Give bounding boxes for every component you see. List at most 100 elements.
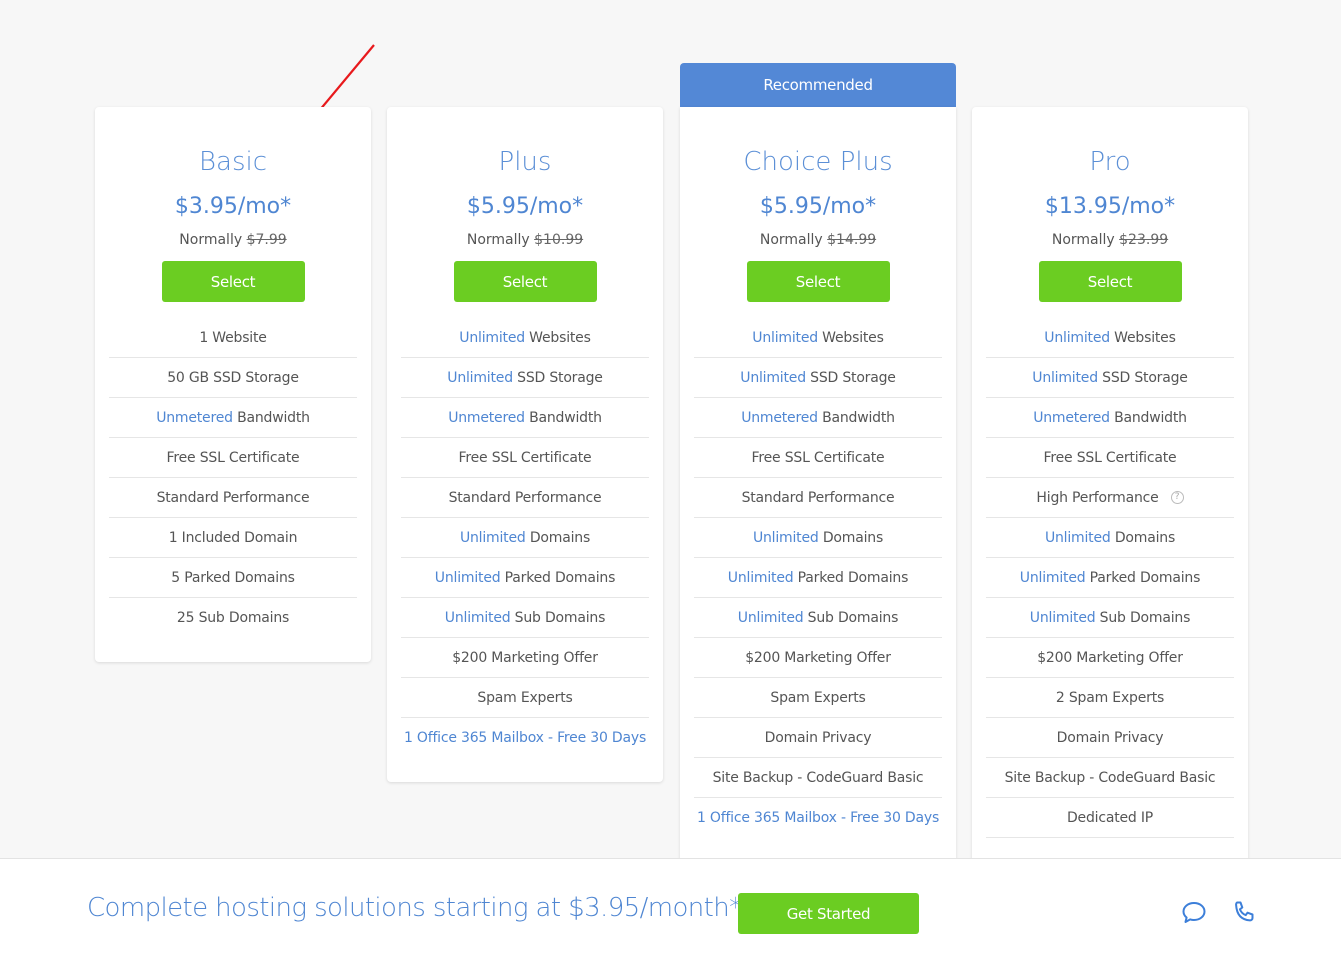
- plan-card-pro: Pro $13.95/mo* Normally $23.99 Select Unlimi…: [972, 107, 1248, 858]
- feature-item: Spam Experts: [401, 678, 649, 718]
- feature-highlight: Unlimited: [434, 570, 501, 586]
- feature-highlight: Unlimited: [459, 330, 525, 346]
- get-started-button[interactable]: Get Started: [738, 893, 919, 934]
- feature-highlight: 1 Office 365 Mailbox - Free 30 Days: [696, 810, 940, 826]
- feature-highlight: Unlimited: [447, 370, 513, 386]
- normally-label: Normally: [1051, 232, 1115, 248]
- feature-item: Unmetered Bandwidth: [401, 398, 649, 438]
- feature-text: Bandwidth: [524, 410, 602, 426]
- feature-item: Unlimited Parked Domains: [986, 558, 1234, 598]
- feature-item: Dedicated IP: [986, 798, 1234, 838]
- feature-item: Unlimited Websites: [401, 318, 649, 358]
- feature-list: 1 Website 50 GB SSD Storage Unmetered Band…: [109, 318, 357, 662]
- feature-item: 5 Parked Domains: [109, 558, 357, 598]
- normal-price: $7.99: [246, 232, 287, 248]
- feature-item: Unlimited SSD Storage: [694, 358, 942, 398]
- feature-text: Standard Performance: [448, 490, 602, 506]
- feature-item: Unlimited Sub Domains: [986, 598, 1234, 638]
- feature-text: High Performance: [1036, 490, 1159, 506]
- select-button[interactable]: Select: [746, 261, 890, 302]
- feature-text: Free SSL Certificate: [458, 450, 592, 466]
- feature-highlight: Unlimited: [740, 370, 806, 386]
- feature-item: Standard Performance: [401, 478, 649, 518]
- phone-icon[interactable]: [1230, 899, 1258, 927]
- plan-card-plus: Plus $5.95/mo* Normally $10.99 Select Unlimi…: [387, 107, 663, 782]
- feature-item: Standard Performance: [109, 478, 357, 518]
- feature-text: Sub Domains: [803, 610, 899, 626]
- feature-item: Free SSL Certificate: [109, 438, 357, 478]
- feature-item: Standard Performance: [694, 478, 942, 518]
- pricing-plans: Recommended Basic $3.95/mo* Normally $7.99…: [0, 0, 1341, 858]
- plan-name: Basic: [198, 147, 268, 177]
- feature-text: Domain Privacy: [764, 730, 872, 746]
- feature-text: Standard Performance: [156, 490, 310, 506]
- plan-card-choice-plus: Choice Plus $5.95/mo* Normally $14.99 Selec…: [680, 107, 956, 858]
- feature-item: $200 Marketing Offer: [694, 638, 942, 678]
- feature-text: Standard Performance: [741, 490, 895, 506]
- feature-highlight: Unlimited: [752, 330, 818, 346]
- select-button[interactable]: Select: [161, 261, 305, 302]
- normal-price: $23.99: [1119, 232, 1169, 248]
- feature-highlight: Unmetered: [156, 410, 233, 426]
- feature-highlight: Unlimited: [727, 570, 794, 586]
- feature-item: Site Backup - CodeGuard Basic: [986, 758, 1234, 798]
- plan-price: $5.95/mo*: [759, 194, 877, 219]
- feature-text: Sub Domains: [1095, 610, 1191, 626]
- normally-label: Normally: [179, 232, 243, 248]
- feature-text: Parked Domains: [500, 570, 616, 586]
- feature-text: SSD Storage: [512, 370, 603, 386]
- feature-text: Websites: [817, 330, 884, 346]
- feature-text: 2 Spam Experts: [1055, 690, 1165, 706]
- feature-item: Unlimited Parked Domains: [401, 558, 649, 598]
- feature-text: Domains: [525, 530, 591, 546]
- normally-label: Normally: [759, 232, 823, 248]
- select-button[interactable]: Select: [1038, 261, 1182, 302]
- plan-name: Pro: [1089, 147, 1131, 177]
- feature-item: 2 Spam Experts: [986, 678, 1234, 718]
- feature-item: Unlimited SSD Storage: [401, 358, 649, 398]
- feature-highlight: Unmetered: [448, 410, 525, 426]
- feature-item: $200 Marketing Offer: [401, 638, 649, 678]
- feature-text: Websites: [1109, 330, 1176, 346]
- feature-highlight: Unlimited: [444, 610, 511, 626]
- feature-text: Spam Experts: [477, 690, 573, 706]
- feature-item: $200 Marketing Offer: [986, 638, 1234, 678]
- feature-text: 1 Website: [199, 330, 267, 346]
- plan-name: Choice Plus: [743, 147, 893, 177]
- feature-text: Domain Privacy: [1056, 730, 1164, 746]
- feature-item: Spam Experts: [694, 678, 942, 718]
- plan-name: Plus: [498, 147, 552, 177]
- feature-list: Unlimited Websites Unlimited SSD Storage U…: [401, 318, 649, 782]
- feature-list: Unlimited Websites Unlimited SSD Storage U…: [986, 318, 1234, 858]
- plan-price: $13.95/mo*: [1044, 194, 1176, 219]
- feature-item: [986, 838, 1234, 858]
- feature-item: High Performance?: [986, 478, 1234, 518]
- feature-item: Domain Privacy: [986, 718, 1234, 758]
- normal-price: $10.99: [534, 232, 584, 248]
- feature-item: Unlimited Domains: [694, 518, 942, 558]
- feature-item: Unmetered Bandwidth: [986, 398, 1234, 438]
- select-button[interactable]: Select: [453, 261, 597, 302]
- feature-highlight: Unmetered: [1033, 410, 1110, 426]
- chat-icon[interactable]: [1180, 899, 1208, 927]
- feature-item: 1 Office 365 Mailbox - Free 30 Days: [694, 798, 942, 838]
- feature-item: Unlimited Sub Domains: [694, 598, 942, 638]
- feature-text: SSD Storage: [1097, 370, 1188, 386]
- feature-item: Unlimited Sub Domains: [401, 598, 649, 638]
- normal-price-line: Normally $14.99: [680, 230, 956, 250]
- feature-text: Sub Domains: [510, 610, 606, 626]
- feature-item: Unmetered Bandwidth: [694, 398, 942, 438]
- feature-item: Unmetered Bandwidth: [109, 398, 357, 438]
- feature-text: 50 GB SSD Storage: [167, 370, 299, 386]
- feature-item: 1 Office 365 Mailbox - Free 30 Days: [401, 718, 649, 758]
- feature-text: Free SSL Certificate: [166, 450, 300, 466]
- feature-item: 1 Included Domain: [109, 518, 357, 558]
- normal-price-line: Normally $7.99: [95, 230, 371, 250]
- feature-text: Free SSL Certificate: [751, 450, 885, 466]
- plan-card-basic: Basic $3.95/mo* Normally $7.99 Select 1 Webs…: [95, 107, 371, 662]
- feature-item: Unlimited Websites: [694, 318, 942, 358]
- feature-text: SSD Storage: [805, 370, 896, 386]
- help-icon[interactable]: ?: [1170, 490, 1184, 504]
- recommended-ribbon: Recommended: [680, 63, 956, 107]
- feature-highlight: Unlimited: [459, 530, 526, 546]
